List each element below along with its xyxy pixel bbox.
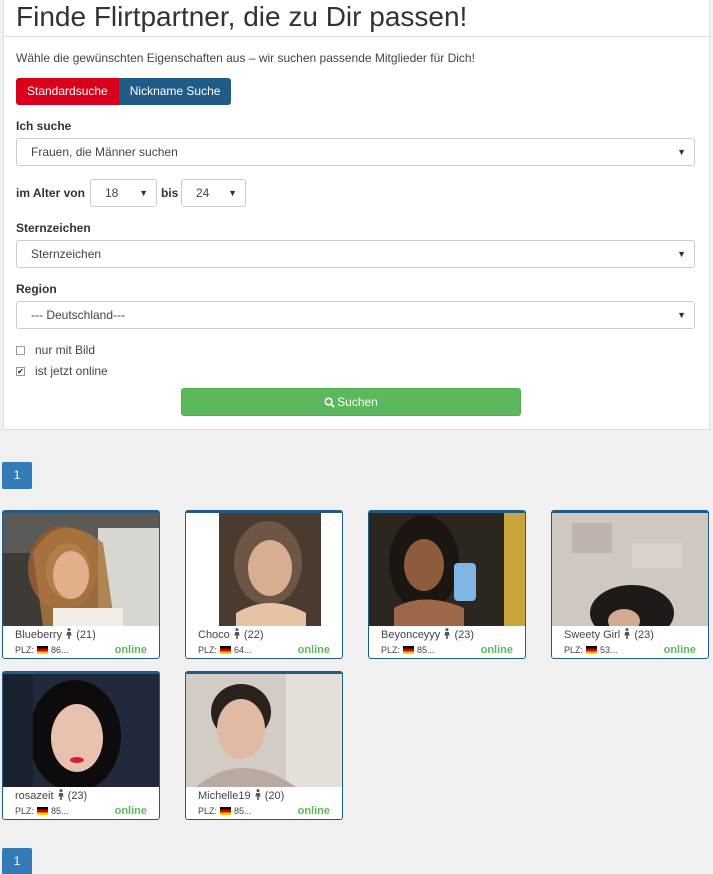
profile-name: Choco bbox=[198, 629, 230, 641]
profile-photo bbox=[186, 674, 342, 787]
profile-age: (23) bbox=[67, 790, 88, 802]
sternzeichen-value: Sternzeichen bbox=[31, 247, 102, 261]
alter-from-value: 18 bbox=[105, 186, 119, 200]
germany-flag-icon bbox=[37, 807, 49, 815]
profile-plz: 85... bbox=[51, 806, 69, 816]
profile-plz: 85... bbox=[417, 645, 435, 655]
ist-online-row[interactable]: ✔ ist jetzt online bbox=[16, 364, 108, 378]
profile-name: Blueberry bbox=[15, 629, 63, 641]
chevron-down-icon: ▼ bbox=[677, 147, 686, 157]
profile-name: Sweety Girl bbox=[564, 629, 621, 641]
search-tabs: Standardsuche Nickname Suche bbox=[16, 78, 232, 105]
search-icon bbox=[324, 397, 335, 408]
sternzeichen-select[interactable]: Sternzeichen ▼ bbox=[16, 240, 695, 268]
female-icon bbox=[624, 628, 630, 639]
alter-to-value: 24 bbox=[196, 186, 210, 200]
region-value: --- Deutschland--- bbox=[31, 308, 126, 322]
chevron-down-icon: ▼ bbox=[677, 249, 686, 259]
profile-card[interactable]: Blueberry (21) PLZ: 86... online bbox=[2, 510, 160, 659]
ist-online-checkbox[interactable]: ✔ bbox=[16, 366, 25, 376]
profile-photo bbox=[3, 513, 159, 626]
sternzeichen-label: Sternzeichen bbox=[16, 221, 91, 235]
ist-online-label: ist jetzt online bbox=[35, 364, 108, 378]
chevron-down-icon: ▼ bbox=[139, 188, 148, 198]
online-status: online bbox=[663, 644, 696, 656]
alter-to-select[interactable]: 24 ▼ bbox=[181, 179, 246, 207]
profile-plz: 53... bbox=[600, 645, 618, 655]
profile-card[interactable]: rosazeit (23) PLZ: 85... online bbox=[2, 671, 160, 820]
ich-suche-select[interactable]: Frauen, die Männer suchen ▼ bbox=[16, 138, 695, 166]
profile-name: rosazeit bbox=[15, 790, 54, 802]
profile-plz: 86... bbox=[51, 645, 69, 655]
profile-photo bbox=[186, 513, 342, 626]
online-status: online bbox=[480, 644, 513, 656]
search-button[interactable]: Suchen bbox=[181, 388, 521, 416]
profile-age: (23) bbox=[634, 629, 654, 641]
profile-age: (21) bbox=[76, 629, 96, 641]
plz-label: PLZ: bbox=[15, 645, 35, 655]
profile-photo bbox=[3, 674, 159, 787]
profile-age: (20) bbox=[264, 790, 285, 802]
plz-label: PLZ: bbox=[15, 806, 35, 816]
region-label: Region bbox=[16, 282, 57, 296]
female-icon bbox=[66, 628, 72, 639]
tab-standardsuche[interactable]: Standardsuche bbox=[16, 78, 119, 105]
region-select[interactable]: --- Deutschland--- ▼ bbox=[16, 301, 695, 329]
female-icon bbox=[444, 628, 450, 639]
tab-nickname-suche[interactable]: Nickname Suche bbox=[118, 78, 232, 105]
profile-name: Michelle19 bbox=[198, 790, 251, 802]
plz-label: PLZ: bbox=[198, 645, 218, 655]
chevron-down-icon: ▼ bbox=[228, 188, 237, 198]
germany-flag-icon bbox=[586, 646, 598, 654]
germany-flag-icon bbox=[403, 646, 415, 654]
online-status: online bbox=[114, 805, 147, 817]
female-icon bbox=[234, 628, 240, 639]
plz-label: PLZ: bbox=[564, 645, 584, 655]
female-icon bbox=[255, 789, 261, 800]
search-button-label: Suchen bbox=[337, 395, 378, 409]
plz-label: PLZ: bbox=[198, 806, 218, 816]
intro-text: Wähle die gewünschten Eigenschaften aus … bbox=[16, 51, 475, 65]
nur-mit-bild-checkbox[interactable] bbox=[16, 345, 25, 355]
profile-photo bbox=[369, 513, 525, 626]
plz-label: PLZ: bbox=[381, 645, 401, 655]
profile-card[interactable]: Choco (22) PLZ: 64... online bbox=[185, 510, 343, 659]
profile-card[interactable]: Michelle19 (20) PLZ: 85... online bbox=[185, 671, 343, 820]
profile-plz: 64... bbox=[234, 645, 252, 655]
ich-suche-value: Frauen, die Männer suchen bbox=[31, 145, 178, 159]
pagination-page[interactable]: 1 bbox=[2, 848, 32, 874]
alter-label: im Alter von bbox=[16, 186, 85, 200]
profile-card[interactable]: Beyonceyyy (23) PLZ: 85... online bbox=[368, 510, 526, 659]
germany-flag-icon bbox=[220, 646, 232, 654]
pagination-page[interactable]: 1 bbox=[2, 462, 32, 489]
ich-suche-label: Ich suche bbox=[16, 119, 72, 133]
search-panel: Finde Flirtpartner, die zu Dir passen! W… bbox=[3, 0, 710, 430]
profile-photo bbox=[552, 513, 708, 626]
female-icon bbox=[57, 789, 64, 800]
bis-label: bis bbox=[161, 186, 179, 200]
online-status: online bbox=[297, 805, 330, 817]
profile-plz: 85... bbox=[234, 806, 252, 816]
profile-card[interactable]: Sweety Girl (23) PLZ: 53... online bbox=[551, 510, 709, 659]
profile-name: Beyonceyyy bbox=[381, 629, 441, 641]
nur-mit-bild-label: nur mit Bild bbox=[35, 343, 96, 357]
germany-flag-icon bbox=[220, 807, 232, 815]
germany-flag-icon bbox=[37, 646, 49, 654]
profile-age: (23) bbox=[454, 629, 474, 641]
page-title: Finde Flirtpartner, die zu Dir passen! bbox=[4, 0, 709, 37]
alter-from-select[interactable]: 18 ▼ bbox=[90, 179, 157, 207]
profile-age: (22) bbox=[243, 629, 264, 641]
online-status: online bbox=[297, 644, 330, 656]
nur-mit-bild-row[interactable]: nur mit Bild bbox=[16, 343, 95, 357]
chevron-down-icon: ▼ bbox=[677, 310, 686, 320]
online-status: online bbox=[114, 644, 147, 656]
